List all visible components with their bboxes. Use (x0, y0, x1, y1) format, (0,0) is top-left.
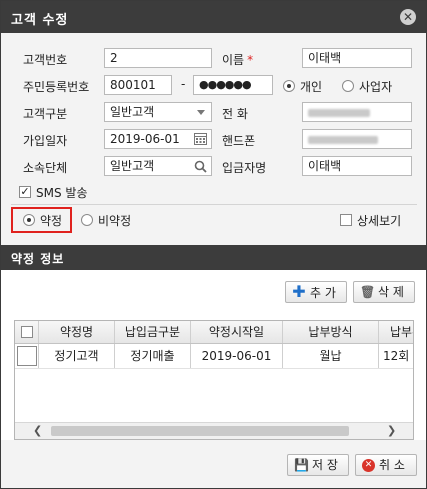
table-cell: 정기매출 (115, 344, 191, 368)
rrn-front-field[interactable]: 800101 (104, 75, 172, 95)
column-header[interactable]: 납입금구분 (115, 321, 191, 343)
depositor-field[interactable]: 이태백 (302, 156, 412, 176)
dialog-titlebar: 고객 수정 ✕ (1, 1, 426, 33)
table-cell: 정기고객 (39, 344, 115, 368)
column-header[interactable]: 약정시작일 (191, 321, 283, 343)
table-cell: 월납 (283, 344, 379, 368)
plus-icon: ✚ (292, 282, 306, 301)
join-date-field[interactable]: 2019-06-01 (104, 129, 212, 149)
org-field[interactable]: 일반고객 (104, 156, 212, 176)
column-header[interactable]: 납부횟 (379, 321, 413, 343)
org-value: 일반고객 (110, 159, 155, 173)
column-header[interactable]: 약정명 (39, 321, 115, 343)
contract-info-header: 약정 정보 (1, 245, 426, 270)
rrn-back-field[interactable]: ●●●●●● (193, 75, 273, 95)
delete-button[interactable]: 🗑 삭 제 (353, 281, 415, 303)
table-header: 약정명 납입금구분 약정시작일 납부방식 납부횟 (15, 321, 413, 344)
select-all-checkbox[interactable] (20, 326, 33, 338)
contract-info-title: 약정 정보 (11, 252, 65, 266)
sms-label: SMS 발송 (36, 186, 88, 200)
redacted-phone (308, 108, 370, 117)
customer-type-label: 고객구분 (23, 107, 68, 121)
phone-label: 전 화 (222, 107, 248, 121)
floppy-disk-icon: 💾 (294, 458, 309, 472)
phone-field[interactable] (302, 102, 412, 122)
trash-icon: 🗑 (360, 285, 376, 299)
cancel-button[interactable]: ✕ 취 소 (355, 454, 417, 476)
mobile-field[interactable] (302, 129, 412, 149)
non-contract-radio[interactable] (81, 214, 93, 226)
customer-no-label: 고객번호 (23, 53, 68, 67)
save-button[interactable]: 💾 저 장 (287, 454, 349, 476)
contract-table: 약정명 납입금구분 약정시작일 납부방식 납부횟 정기고객 정기매출 2019-… (14, 320, 414, 440)
rrn-dash: - (181, 77, 186, 91)
header-select-all[interactable] (15, 321, 39, 343)
cancel-x-icon: ✕ (362, 459, 375, 472)
detail-view-checkbox[interactable] (340, 214, 352, 226)
non-contract-label: 비약정 (98, 214, 132, 228)
scroll-left-icon[interactable]: ❮ (33, 424, 42, 437)
customer-edit-dialog: 고객 수정 ✕ 고객번호 2 이름 * 이태백 주민등록번호 800101 - ●… (0, 0, 427, 489)
customer-type-select[interactable]: 일반고객 (104, 102, 212, 122)
table-row[interactable]: 정기고객 정기매출 2019-06-01 월납 12회 (15, 344, 413, 369)
search-icon[interactable] (194, 160, 207, 173)
column-header[interactable]: 납부방식 (283, 321, 379, 343)
depositor-label: 입금자명 (222, 161, 267, 175)
mobile-label: 핸드폰 (222, 134, 256, 148)
individual-radio[interactable] (283, 80, 295, 92)
horizontal-scrollbar[interactable]: ❮ ❯ (15, 422, 413, 439)
scroll-right-icon[interactable]: ❯ (387, 424, 396, 437)
dialog-title: 고객 수정 (11, 13, 69, 28)
join-date-value: 2019-06-01 (110, 132, 180, 146)
redacted-mobile (308, 135, 378, 144)
name-field[interactable]: 이태백 (302, 48, 412, 68)
row-checkbox[interactable] (16, 346, 37, 366)
customer-no-field[interactable]: 2 (104, 48, 212, 68)
table-cell: 2019-06-01 (191, 344, 283, 368)
form-divider (11, 204, 417, 205)
calendar-icon[interactable] (194, 133, 207, 145)
business-radio[interactable] (342, 80, 354, 92)
business-label: 사업자 (359, 80, 393, 94)
join-date-label: 가입일자 (23, 134, 68, 148)
name-label: 이름 * (222, 53, 254, 67)
scrollbar-thumb[interactable] (51, 426, 349, 436)
org-label: 소속단체 (23, 161, 68, 175)
customer-type-value: 일반고객 (110, 105, 155, 119)
row-select[interactable] (15, 344, 39, 368)
individual-label: 개인 (300, 80, 323, 94)
contract-radio[interactable] (23, 214, 35, 226)
detail-view-label: 상세보기 (357, 214, 402, 228)
sms-checkbox[interactable]: ✓ (19, 186, 31, 198)
contract-label: 약정 (40, 214, 63, 228)
add-button[interactable]: ✚ 추 가 (285, 281, 347, 303)
close-icon[interactable]: ✕ (400, 9, 416, 25)
table-cell: 12회 (379, 344, 413, 368)
rrn-label: 주민등록번호 (23, 80, 90, 94)
required-marker: * (247, 53, 254, 67)
chevron-down-icon (197, 110, 205, 115)
